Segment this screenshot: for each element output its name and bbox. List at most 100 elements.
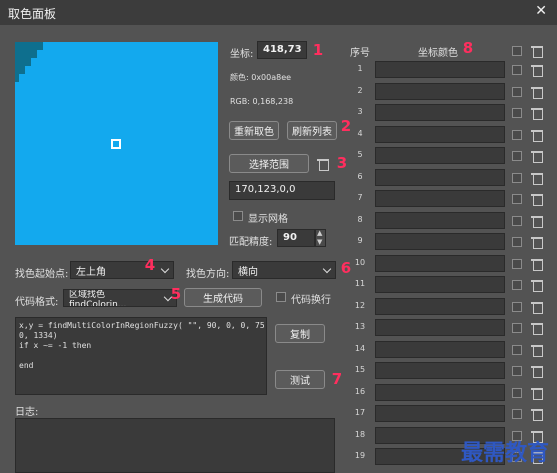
show-grid-label: 显示网格 xyxy=(248,214,288,225)
trash-icon[interactable] xyxy=(531,322,543,335)
row-number: 19 xyxy=(354,451,366,460)
color-label: 颜色: 0x00a8ee xyxy=(230,73,292,82)
trash-icon[interactable] xyxy=(531,64,543,77)
trash-icon[interactable] xyxy=(531,279,543,292)
chevron-down-icon xyxy=(322,264,332,273)
row-number: 13 xyxy=(354,322,366,331)
refresh-list-button[interactable]: 刷新列表 xyxy=(287,121,337,140)
row-checkbox[interactable] xyxy=(512,86,522,97)
row-color-field[interactable] xyxy=(375,61,505,78)
row-checkbox[interactable] xyxy=(512,258,522,269)
row-color-field[interactable] xyxy=(375,276,505,293)
coords-label: 坐标: xyxy=(230,49,254,60)
row-number: 16 xyxy=(354,386,366,396)
row-checkbox[interactable] xyxy=(512,344,522,355)
search-start-value: 左上角 xyxy=(76,266,106,278)
trash-icon[interactable] xyxy=(531,344,543,357)
copy-button[interactable]: 复制 xyxy=(275,324,325,343)
row-number: 2 xyxy=(357,85,363,95)
header-index: 序号 xyxy=(350,48,370,59)
trash-icon[interactable] xyxy=(531,365,543,378)
row-color-field[interactable] xyxy=(375,147,505,164)
code-wrap-checkbox[interactable] xyxy=(276,292,286,302)
annotation-8: 8 xyxy=(462,39,474,57)
row-checkbox[interactable] xyxy=(512,215,522,226)
row-color-field[interactable] xyxy=(375,297,505,315)
match-precision-field[interactable]: 90 xyxy=(277,229,315,247)
trash-icon[interactable] xyxy=(531,86,543,99)
row-checkbox[interactable] xyxy=(512,280,522,290)
trash-icon[interactable] xyxy=(531,408,543,421)
row-checkbox[interactable] xyxy=(512,301,522,312)
row-number: 1 xyxy=(357,64,363,73)
code-wrap-label: 代码换行 xyxy=(291,295,331,306)
chevron-up-icon[interactable]: ▲ xyxy=(317,229,322,237)
row-color-field[interactable] xyxy=(375,233,505,250)
annotation-5: 5 xyxy=(170,285,182,303)
chevron-down-icon[interactable]: ▼ xyxy=(317,238,322,246)
row-number: 9 xyxy=(357,236,363,245)
trash-icon[interactable] xyxy=(531,107,543,120)
coords-field[interactable]: 418,73 xyxy=(257,41,307,59)
row-color-field[interactable] xyxy=(375,362,505,379)
match-precision-label: 匹配精度: xyxy=(229,237,273,248)
search-start-label: 找色起始点: xyxy=(15,269,69,280)
search-direction-select[interactable]: 横向 xyxy=(232,261,336,279)
close-icon[interactable]: ✕ xyxy=(535,3,547,19)
row-color-field[interactable] xyxy=(375,340,505,358)
row-number: 8 xyxy=(357,214,363,224)
row-number: 17 xyxy=(354,408,366,417)
trash-icon[interactable] xyxy=(531,258,543,271)
show-grid-checkbox[interactable] xyxy=(233,211,243,221)
trash-icon[interactable] xyxy=(531,236,543,249)
trash-icon[interactable] xyxy=(531,45,543,58)
trash-icon[interactable] xyxy=(531,129,543,142)
row-number: 11 xyxy=(354,279,366,288)
row-color-field[interactable] xyxy=(375,125,505,143)
code-editor[interactable]: x,y = findMultiColorInRegionFuzzy( "", 9… xyxy=(15,317,267,395)
chevron-down-icon xyxy=(160,264,170,273)
log-label: 日志: xyxy=(15,407,39,418)
code-format-select[interactable]: 区域找色 findColorin... xyxy=(63,289,177,307)
row-checkbox[interactable] xyxy=(512,387,522,398)
precision-stepper[interactable]: ▲ ▼ xyxy=(315,229,326,247)
row-checkbox[interactable] xyxy=(512,409,522,419)
trash-icon[interactable] xyxy=(531,193,543,206)
trash-icon[interactable] xyxy=(531,301,543,314)
row-color-field[interactable] xyxy=(375,82,505,100)
trash-icon[interactable] xyxy=(531,387,543,400)
window-title: 取色面板 xyxy=(8,7,57,21)
refresh-color-button[interactable]: 重新取色 xyxy=(229,121,279,140)
row-number: 10 xyxy=(354,257,366,267)
generate-code-button[interactable]: 生成代码 xyxy=(184,288,262,307)
row-checkbox[interactable] xyxy=(512,108,522,118)
row-checkbox[interactable] xyxy=(512,129,522,140)
trash-icon[interactable] xyxy=(317,158,329,171)
row-color-field[interactable] xyxy=(375,168,505,186)
row-color-field[interactable] xyxy=(375,383,505,401)
row-color-field[interactable] xyxy=(375,104,505,121)
row-color-field[interactable] xyxy=(375,254,505,272)
row-checkbox[interactable] xyxy=(512,237,522,247)
row-color-field[interactable] xyxy=(375,190,505,207)
log-area[interactable] xyxy=(15,418,335,473)
row-color-field[interactable] xyxy=(375,211,505,229)
row-color-field[interactable] xyxy=(375,405,505,422)
row-color-field[interactable] xyxy=(375,319,505,336)
select-all-checkbox[interactable] xyxy=(512,46,522,56)
row-number: 12 xyxy=(354,300,366,310)
row-checkbox[interactable] xyxy=(512,151,522,161)
row-checkbox[interactable] xyxy=(512,323,522,333)
row-checkbox[interactable] xyxy=(512,194,522,204)
row-checkbox[interactable] xyxy=(512,65,522,75)
trash-icon[interactable] xyxy=(531,172,543,185)
search-start-select[interactable]: 左上角 xyxy=(70,261,174,279)
trash-icon[interactable] xyxy=(531,150,543,163)
row-checkbox[interactable] xyxy=(512,366,522,376)
trash-icon[interactable] xyxy=(531,215,543,228)
color-preview[interactable] xyxy=(15,42,218,245)
test-button[interactable]: 测试 xyxy=(275,370,325,389)
range-field[interactable]: 170,123,0,0 xyxy=(229,181,335,200)
row-checkbox[interactable] xyxy=(512,172,522,183)
select-range-button[interactable]: 选择范围 xyxy=(229,154,309,173)
